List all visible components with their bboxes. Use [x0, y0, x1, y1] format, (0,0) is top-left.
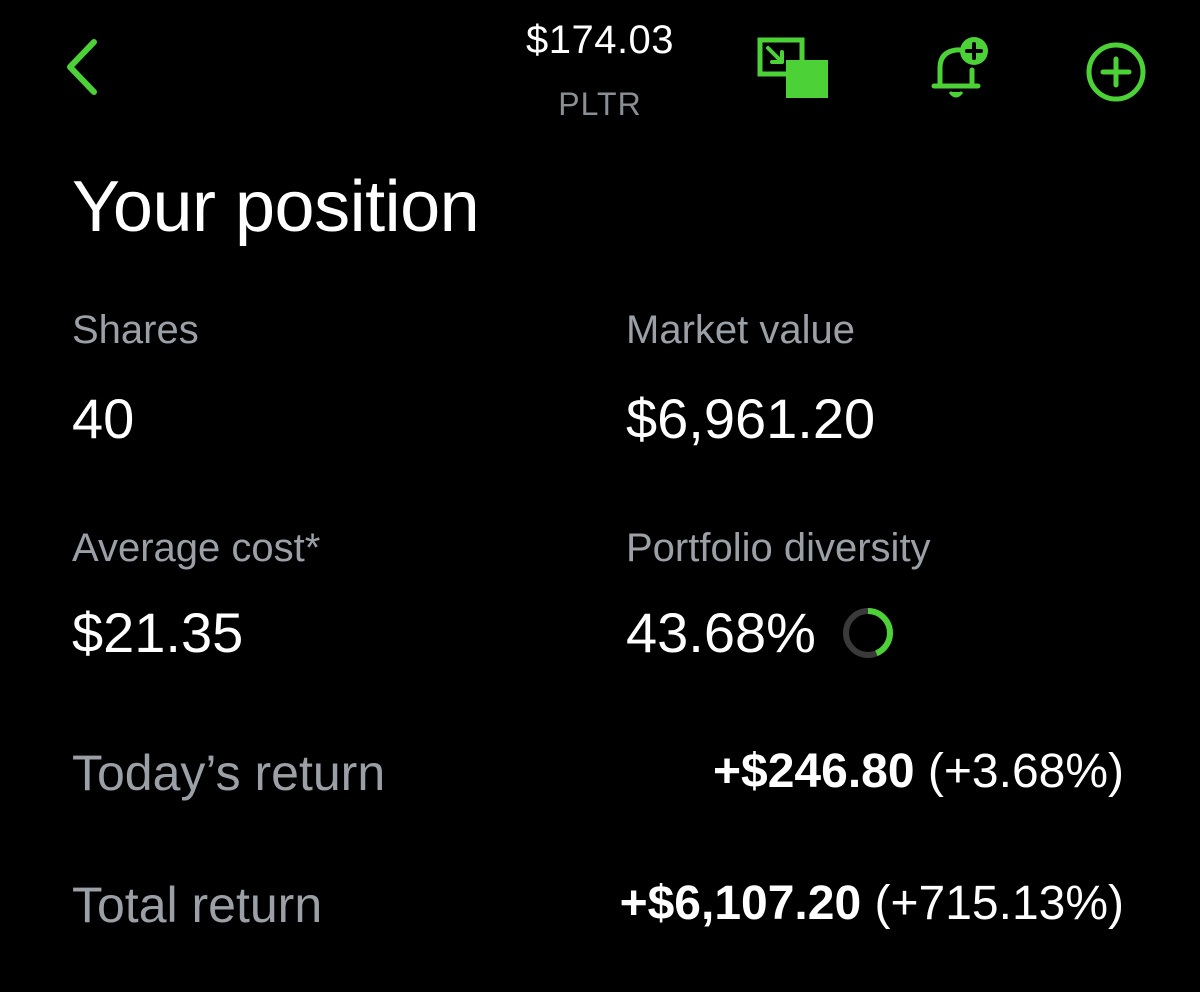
expand-screen-icon: [757, 37, 828, 98]
page-title: Your position: [72, 167, 480, 247]
header-price: $174.03: [525, 18, 675, 62]
add-alert-button[interactable]: [926, 34, 992, 104]
total-return-amount: +$6,107.20: [619, 877, 862, 930]
todays-return-percent: (+3.68%): [927, 745, 1124, 798]
shares-label: Shares: [72, 308, 199, 352]
total-return-label: Total return: [72, 877, 323, 933]
todays-return-amount: +$246.80: [713, 745, 915, 798]
portfolio-diversity-label: Portfolio diversity: [626, 526, 931, 570]
add-to-list-button[interactable]: [1082, 40, 1150, 104]
header-ticker: PLTR: [558, 86, 642, 122]
shares-value: 40: [72, 387, 135, 450]
average-cost-label[interactable]: Average cost*: [72, 526, 320, 571]
portfolio-diversity-value: 43.68%: [626, 601, 816, 664]
average-cost-value: $21.35: [72, 601, 244, 664]
bell-plus-icon: [931, 37, 988, 98]
market-value-value: $6,961.20: [626, 387, 876, 450]
plus-circle-icon: [1086, 42, 1146, 102]
portfolio-diversity-row[interactable]: 43.68%: [626, 600, 898, 665]
todays-return-label: Today’s return: [72, 745, 386, 801]
total-return-percent: (+715.13%): [874, 877, 1125, 930]
expand-screen-button[interactable]: [756, 36, 832, 102]
chevron-left-icon: [67, 39, 97, 95]
total-return-value: +$6,107.20 (+715.13%): [620, 876, 1124, 931]
todays-return-value: +$246.80 (+3.68%): [713, 744, 1124, 799]
market-value-label: Market value: [626, 308, 855, 352]
progress-ring-icon: [842, 607, 893, 658]
back-button[interactable]: [56, 30, 116, 104]
